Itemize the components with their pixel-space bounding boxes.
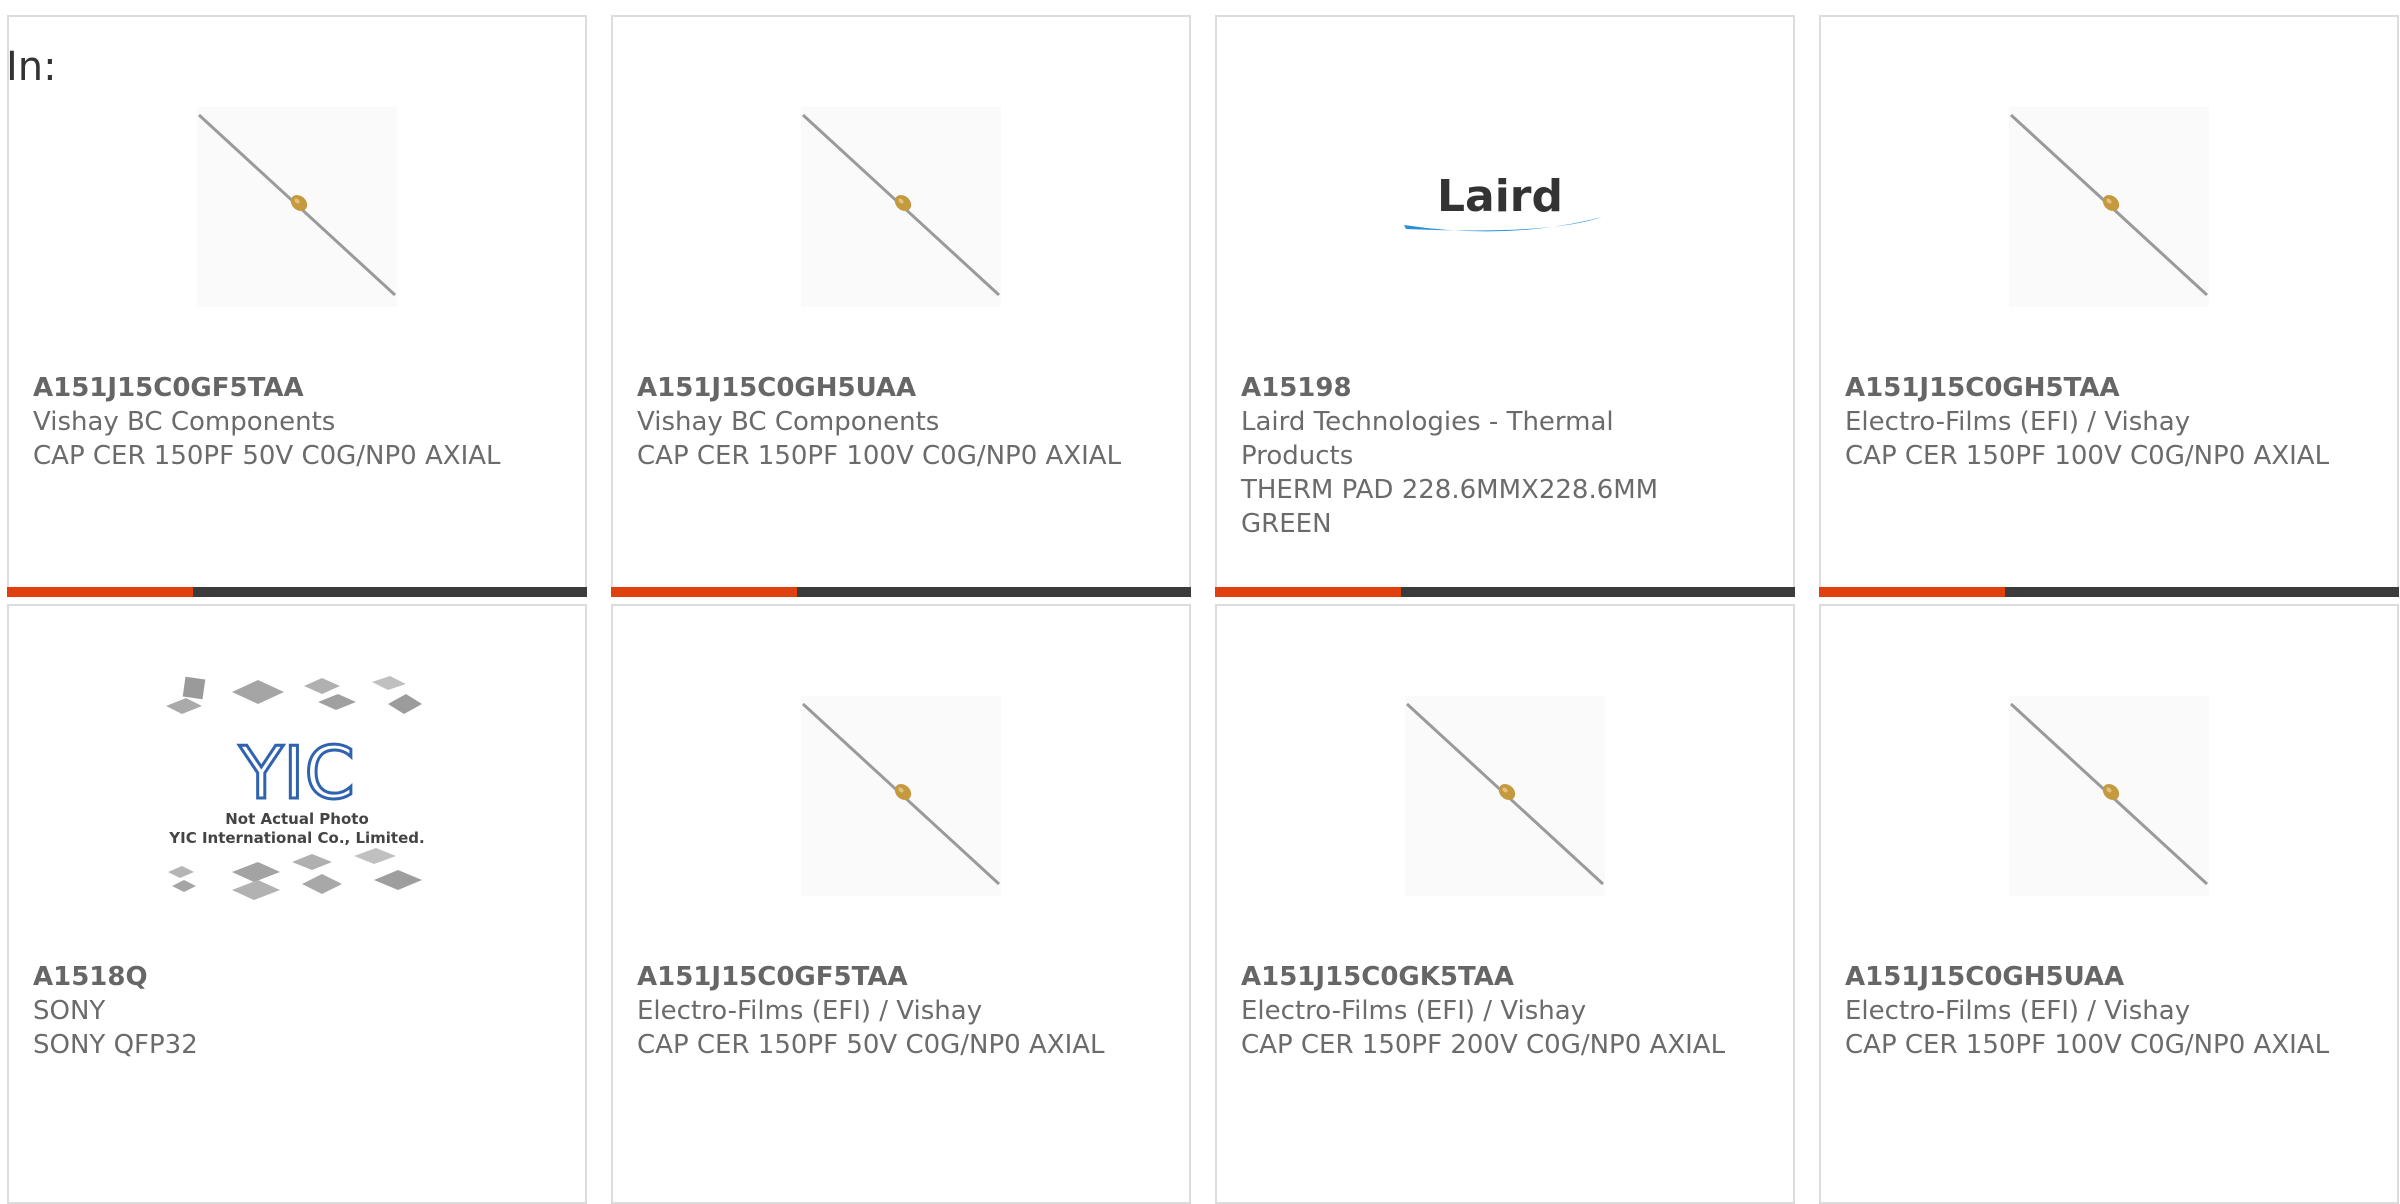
product-image[interactable]: YIC Not Actual Photo YIC International C… [9,666,585,926]
axial-capacitor-image [2009,696,2209,896]
part-number[interactable]: A15198 [1241,371,1773,405]
part-number[interactable]: A151J15C0GH5UAA [1845,960,2377,994]
progress-bar [1215,587,1795,597]
manufacturer: SONY [33,996,106,1026]
manufacturer: Laird Technologies - Thermal Products [1241,407,1614,471]
laird-logo: Laird [1404,171,1602,232]
progress-bar [611,587,1191,597]
description: CAP CER 150PF 100V C0G/NP0 AXIAL [637,441,1122,471]
description: CAP CER 150PF 100V C0G/NP0 AXIAL [1845,1030,2330,1060]
part-number[interactable]: A151J15C0GH5UAA [637,371,1169,405]
product-image[interactable] [1821,666,2397,926]
manufacturer: Electro-Films (EFI) / Vishay [1845,407,2191,437]
product-image[interactable] [9,77,585,337]
axial-capacitor-image [2009,107,2209,307]
progress-fill [611,587,797,597]
product-image[interactable] [1217,666,1793,926]
product-image[interactable] [1821,77,2397,337]
description: CAP CER 150PF 100V C0G/NP0 AXIAL [1845,441,2330,471]
product-card[interactable]: A151J15C0GK5TAA Electro-Films (EFI) / Vi… [1215,604,1795,1204]
progress-fill [1819,587,2005,597]
product-image[interactable] [613,666,1189,926]
filter-label: In: [6,44,57,90]
part-number[interactable]: A151J15C0GK5TAA [1241,960,1773,994]
description: CAP CER 150PF 200V C0G/NP0 AXIAL [1241,1030,1726,1060]
product-card[interactable]: A151J15C0GH5TAA Electro-Films (EFI) / Vi… [1819,15,2399,597]
product-image[interactable] [613,77,1189,337]
axial-capacitor-image [1405,696,1605,896]
manufacturer: Electro-Films (EFI) / Vishay [1845,996,2191,1026]
product-card[interactable]: A151J15C0GH5UAA Vishay BC Components CAP… [611,15,1191,597]
product-card[interactable]: A151J15C0GH5UAA Electro-Films (EFI) / Vi… [1819,604,2399,1204]
description: CAP CER 150PF 50V C0G/NP0 AXIAL [637,1030,1105,1060]
axial-capacitor-image [801,696,1001,896]
part-number[interactable]: A1518Q [33,960,565,994]
part-number[interactable]: A151J15C0GH5TAA [1845,371,2377,405]
progress-bar [1819,587,2399,597]
placeholder-text-line1: Not Actual Photo [225,810,369,828]
part-number[interactable]: A151J15C0GF5TAA [33,371,565,405]
progress-fill [7,587,193,597]
manufacturer: Electro-Films (EFI) / Vishay [637,996,983,1026]
product-card[interactable]: YIC Not Actual Photo YIC International C… [7,604,587,1204]
product-card[interactable]: A151J15C0GF5TAA Vishay BC Components CAP… [7,15,587,597]
progress-bar [7,587,587,597]
product-card[interactable]: Laird A15198 Laird Technologies - Therma… [1215,15,1795,597]
description: CAP CER 150PF 50V C0G/NP0 AXIAL [33,441,501,471]
description: SONY QFP32 [33,1030,198,1060]
description: THERM PAD 228.6MMX228.6MM GREEN [1241,475,1659,539]
manufacturer: Vishay BC Components [33,407,336,437]
manufacturer: Vishay BC Components [637,407,940,437]
product-card[interactable]: A151J15C0GF5TAA Electro-Films (EFI) / Vi… [611,604,1191,1204]
part-number[interactable]: A151J15C0GF5TAA [637,960,1169,994]
yic-placeholder-image: YIC Not Actual Photo YIC International C… [166,676,425,900]
product-image[interactable]: Laird [1217,77,1793,337]
laird-logo-text: Laird [1437,171,1563,222]
yic-logo-text: YIC [238,731,355,815]
progress-fill [1215,587,1401,597]
axial-capacitor-image [801,107,1001,307]
manufacturer: Electro-Films (EFI) / Vishay [1241,996,1587,1026]
placeholder-text-line2: YIC International Co., Limited. [168,829,424,847]
axial-capacitor-image [197,107,397,307]
